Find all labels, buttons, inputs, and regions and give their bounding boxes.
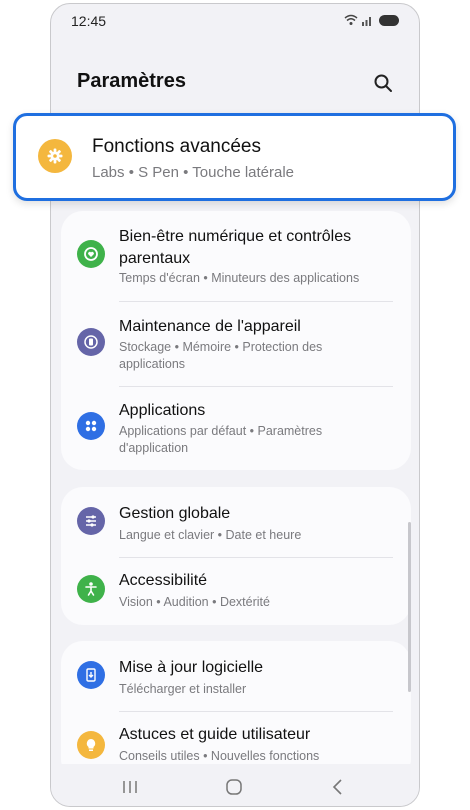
settings-item-software-update[interactable]: Mise à jour logicielle Télécharger et in… [61, 641, 411, 709]
settings-item-general-management[interactable]: Gestion globale Langue et clavier • Date… [61, 487, 411, 555]
home-icon [226, 779, 242, 795]
battery-icon [379, 14, 399, 26]
recent-apps-button[interactable] [115, 774, 145, 800]
signal-icon [362, 16, 371, 26]
status-bar: 12:45 [51, 4, 419, 38]
settings-item-device-care[interactable]: Maintenance de l'appareil Stockage • Mém… [61, 303, 411, 385]
gear-icon [38, 139, 72, 173]
item-title: Maintenance de l'appareil [119, 318, 301, 335]
item-subtitle: Conseils utiles • Nouvelles fonctions [119, 749, 320, 763]
advanced-features-title: Fonctions avancées [92, 136, 261, 157]
settings-group-1: Bien-être numérique et contrôles parenta… [61, 211, 411, 470]
item-title: Applications [119, 402, 206, 419]
settings-item-applications[interactable]: Applications Applications par défaut • P… [61, 387, 411, 470]
back-icon [332, 779, 342, 795]
item-title: Astuces et guide utilisateur [119, 726, 311, 743]
lightbulb-icon [77, 731, 105, 759]
navigation-bar [51, 764, 419, 806]
settings-group-3: Mise à jour logicielle Télécharger et in… [61, 641, 411, 781]
item-subtitle: Langue et clavier • Date et heure [119, 528, 302, 542]
accessibility-icon [77, 575, 105, 603]
device-care-icon [77, 328, 105, 356]
settings-item-digital-wellbeing[interactable]: Bien-être numérique et contrôles parenta… [61, 211, 411, 295]
settings-group-2: Gestion globale Langue et clavier • Date… [61, 487, 411, 625]
item-title: Bien-être numérique et contrôles parenta… [119, 228, 352, 267]
item-subtitle: Temps d'écran • Minuteurs des applicatio… [119, 271, 360, 285]
item-title: Accessibilité [119, 572, 208, 589]
search-icon [374, 74, 392, 92]
back-button[interactable] [323, 774, 353, 800]
sliders-icon [77, 507, 105, 535]
item-subtitle: Applications par défaut • Paramètres d'a… [119, 424, 323, 455]
digital-wellbeing-icon [77, 240, 105, 268]
item-title: Mise à jour logicielle [119, 659, 264, 676]
search-button[interactable] [369, 69, 397, 97]
item-title: Gestion globale [119, 505, 231, 522]
page-title: Paramètres [77, 70, 186, 92]
scrollbar[interactable] [408, 522, 411, 692]
wifi-icon [344, 14, 358, 25]
item-subtitle: Télécharger et installer [119, 682, 247, 696]
advanced-features-subtitle: Labs • S Pen • Touche latérale [92, 164, 295, 181]
settings-item-accessibility[interactable]: Accessibilité Vision • Audition • Dextér… [61, 557, 411, 625]
divider [119, 301, 393, 302]
advanced-features-item[interactable]: Fonctions avancées Labs • S Pen • Touche… [13, 113, 456, 201]
software-update-icon [77, 661, 105, 689]
apps-icon [77, 412, 105, 440]
status-time: 12:45 [71, 13, 107, 29]
recent-apps-icon [123, 781, 137, 793]
item-subtitle: Vision • Audition • Dextérité [119, 595, 270, 609]
item-subtitle: Stockage • Mémoire • Protection des appl… [119, 340, 323, 371]
status-icons [344, 14, 399, 26]
home-button[interactable] [219, 774, 249, 800]
